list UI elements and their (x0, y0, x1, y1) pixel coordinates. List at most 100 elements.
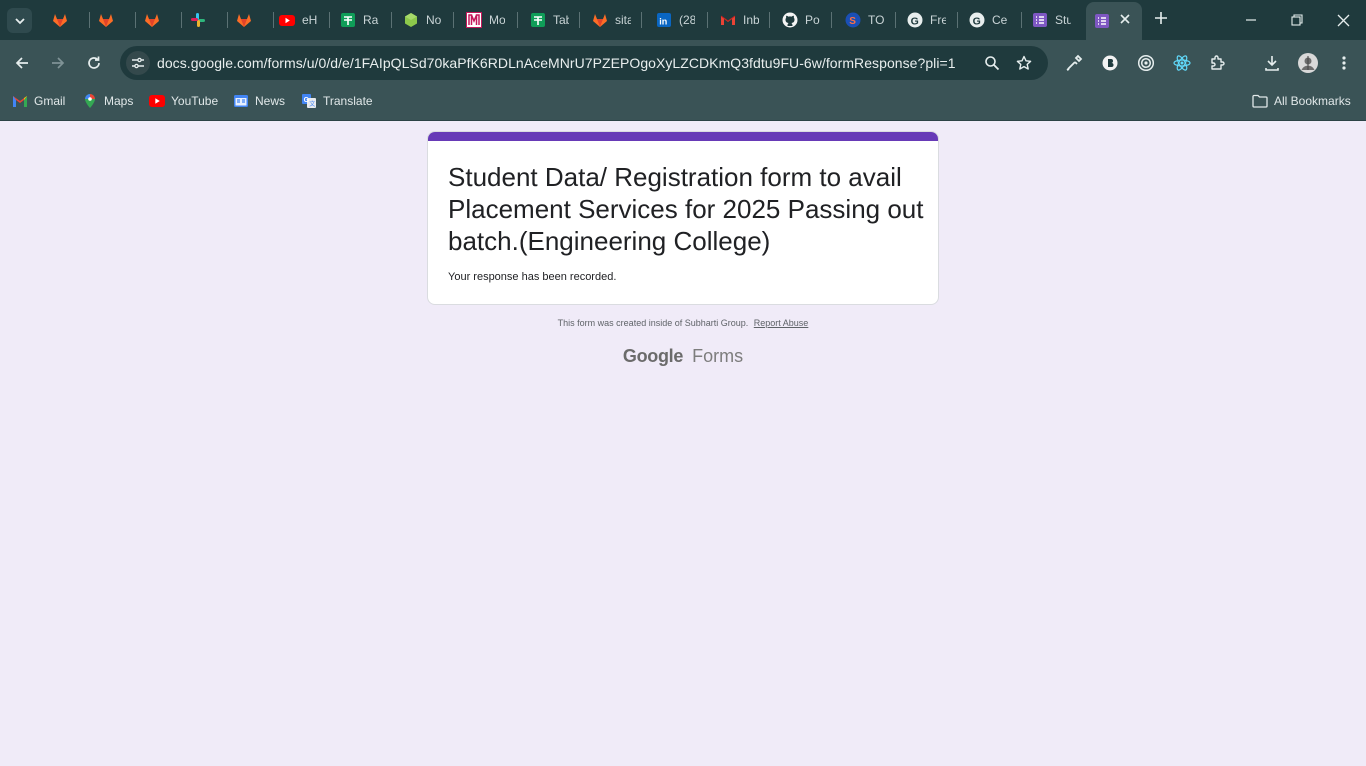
browser-tab[interactable]: in (28 (642, 4, 708, 36)
arrow-right-icon (52, 57, 65, 69)
magnifier-icon (985, 56, 1000, 71)
tab-title: Mo (489, 13, 505, 27)
browser-tab[interactable]: G Ce (958, 4, 1022, 36)
browser-tab[interactable]: Stu (1022, 4, 1084, 36)
form-title: Student Data/ Registration form to avail… (448, 162, 924, 256)
footer-note-text: This form was created inside of Subharti… (557, 318, 749, 328)
close-icon (1337, 14, 1349, 26)
bookmark-translate[interactable]: G文 Translate (301, 92, 373, 110)
plus-icon (1155, 12, 1167, 24)
forms-icon (1094, 13, 1110, 29)
menu-button[interactable] (1332, 51, 1356, 75)
browser-tab[interactable]: Inb (708, 4, 770, 36)
slack-icon (190, 12, 206, 28)
svg-text:S: S (849, 16, 856, 27)
youtube-icon (149, 93, 165, 109)
gitlab-icon (592, 12, 608, 28)
gitlab-icon (52, 12, 68, 28)
google-icon: G (907, 12, 923, 28)
bookmark-gmail[interactable]: Gmail (12, 92, 65, 110)
m-icon (466, 12, 482, 28)
download-icon (1265, 56, 1279, 71)
reload-button[interactable] (82, 51, 106, 75)
extension-eyedropper-button[interactable] (1062, 51, 1086, 75)
bookmark-news[interactable]: News (233, 92, 285, 110)
tab-title: TO (868, 13, 884, 27)
restore-button[interactable] (1274, 0, 1320, 40)
youtube-icon (279, 12, 295, 28)
report-abuse-link[interactable]: Report Abuse (754, 318, 809, 328)
browser-tab[interactable]: No (392, 4, 454, 36)
kebab-menu-icon (1342, 56, 1346, 70)
tab-title: Ra (363, 13, 379, 27)
extension-react-button[interactable] (1170, 51, 1194, 75)
browser-tab[interactable]: Mo (454, 4, 518, 36)
browser-tab[interactable] (90, 4, 136, 36)
extension-circle-button[interactable] (1098, 51, 1122, 75)
gitlab-icon (236, 12, 252, 28)
downloads-button[interactable] (1260, 51, 1284, 75)
browser-tab[interactable] (44, 4, 90, 36)
close-window-button[interactable] (1320, 0, 1366, 40)
browser-tab[interactable] (228, 4, 274, 36)
tab-title: eH (302, 13, 318, 27)
browser-toolbar: docs.google.com/forms/u/0/d/e/1FAIpQLSd7… (0, 40, 1366, 85)
eyedropper-icon (1066, 54, 1083, 71)
svg-text:G: G (911, 15, 919, 27)
minimize-button[interactable] (1228, 0, 1274, 40)
github-icon (782, 12, 798, 28)
all-bookmarks-label: All Bookmarks (1274, 94, 1351, 108)
bookmarks-bar: Gmail Maps YouTube News G文 Translate All… (0, 85, 1366, 121)
browser-tab[interactable]: Tab (518, 4, 580, 36)
new-tab-button[interactable] (1151, 9, 1171, 29)
bookmark-maps[interactable]: Maps (82, 92, 133, 110)
address-bar[interactable]: docs.google.com/forms/u/0/d/e/1FAIpQLSd7… (120, 46, 1048, 80)
bookmark-star-button[interactable] (1012, 51, 1036, 75)
back-button[interactable] (10, 51, 34, 75)
browser-tab[interactable] (182, 4, 228, 36)
sheets-icon (340, 12, 356, 28)
form-footer-note: This form was created inside of Subharti… (0, 318, 1366, 328)
news-icon (233, 93, 249, 109)
browser-tab[interactable]: eH (274, 4, 330, 36)
browser-tab-active[interactable] (1086, 2, 1142, 40)
chevron-down-icon (14, 17, 25, 24)
target-icon (1137, 54, 1155, 72)
google-forms-logo[interactable]: Google Forms (0, 346, 1366, 367)
browser-tab[interactable]: Po (770, 4, 832, 36)
bookmark-youtube[interactable]: YouTube (149, 92, 218, 110)
tab-strip: eH Ra No Mo Tab sita in (28 Inb Po (0, 0, 1366, 40)
browser-tab[interactable]: sita (580, 4, 642, 36)
star-icon (1016, 55, 1032, 70)
bookmark-label: Gmail (34, 94, 66, 108)
browser-tab[interactable] (136, 4, 182, 36)
google-icon: G (969, 12, 985, 28)
browser-tab[interactable]: G Fre (896, 4, 958, 36)
profile-button[interactable] (1296, 51, 1320, 75)
forward-button[interactable] (46, 51, 70, 75)
restore-icon (1291, 14, 1303, 26)
all-bookmarks-folder[interactable]: All Bookmarks (1252, 92, 1351, 110)
close-tab-button[interactable] (1118, 12, 1132, 26)
zoom-button[interactable] (980, 51, 1004, 75)
tab-search-button[interactable] (7, 8, 32, 33)
browser-tab[interactable]: S TO (832, 4, 896, 36)
tab-title: Stu (1055, 13, 1071, 27)
gitlab-icon (144, 12, 160, 28)
extension-target-button[interactable] (1134, 51, 1158, 75)
site-info-button[interactable] (126, 51, 150, 75)
svg-text:G: G (973, 15, 981, 27)
extensions-button[interactable] (1206, 51, 1230, 75)
form-confirmation-card: Student Data/ Registration form to avail… (427, 131, 939, 305)
linkedin-icon: in (656, 12, 672, 28)
gmail-icon (720, 12, 736, 28)
tab-title: sita (615, 13, 631, 27)
tab-title: Tab (553, 13, 569, 27)
s-icon: S (845, 12, 861, 28)
url-text[interactable]: docs.google.com/forms/u/0/d/e/1FAIpQLSd7… (157, 55, 956, 71)
bookmark-label: Translate (323, 94, 373, 108)
tab-title: Ce (992, 13, 1008, 27)
close-icon (1120, 14, 1130, 24)
browser-tab[interactable]: Ra (330, 4, 392, 36)
puzzle-icon (1211, 55, 1225, 70)
